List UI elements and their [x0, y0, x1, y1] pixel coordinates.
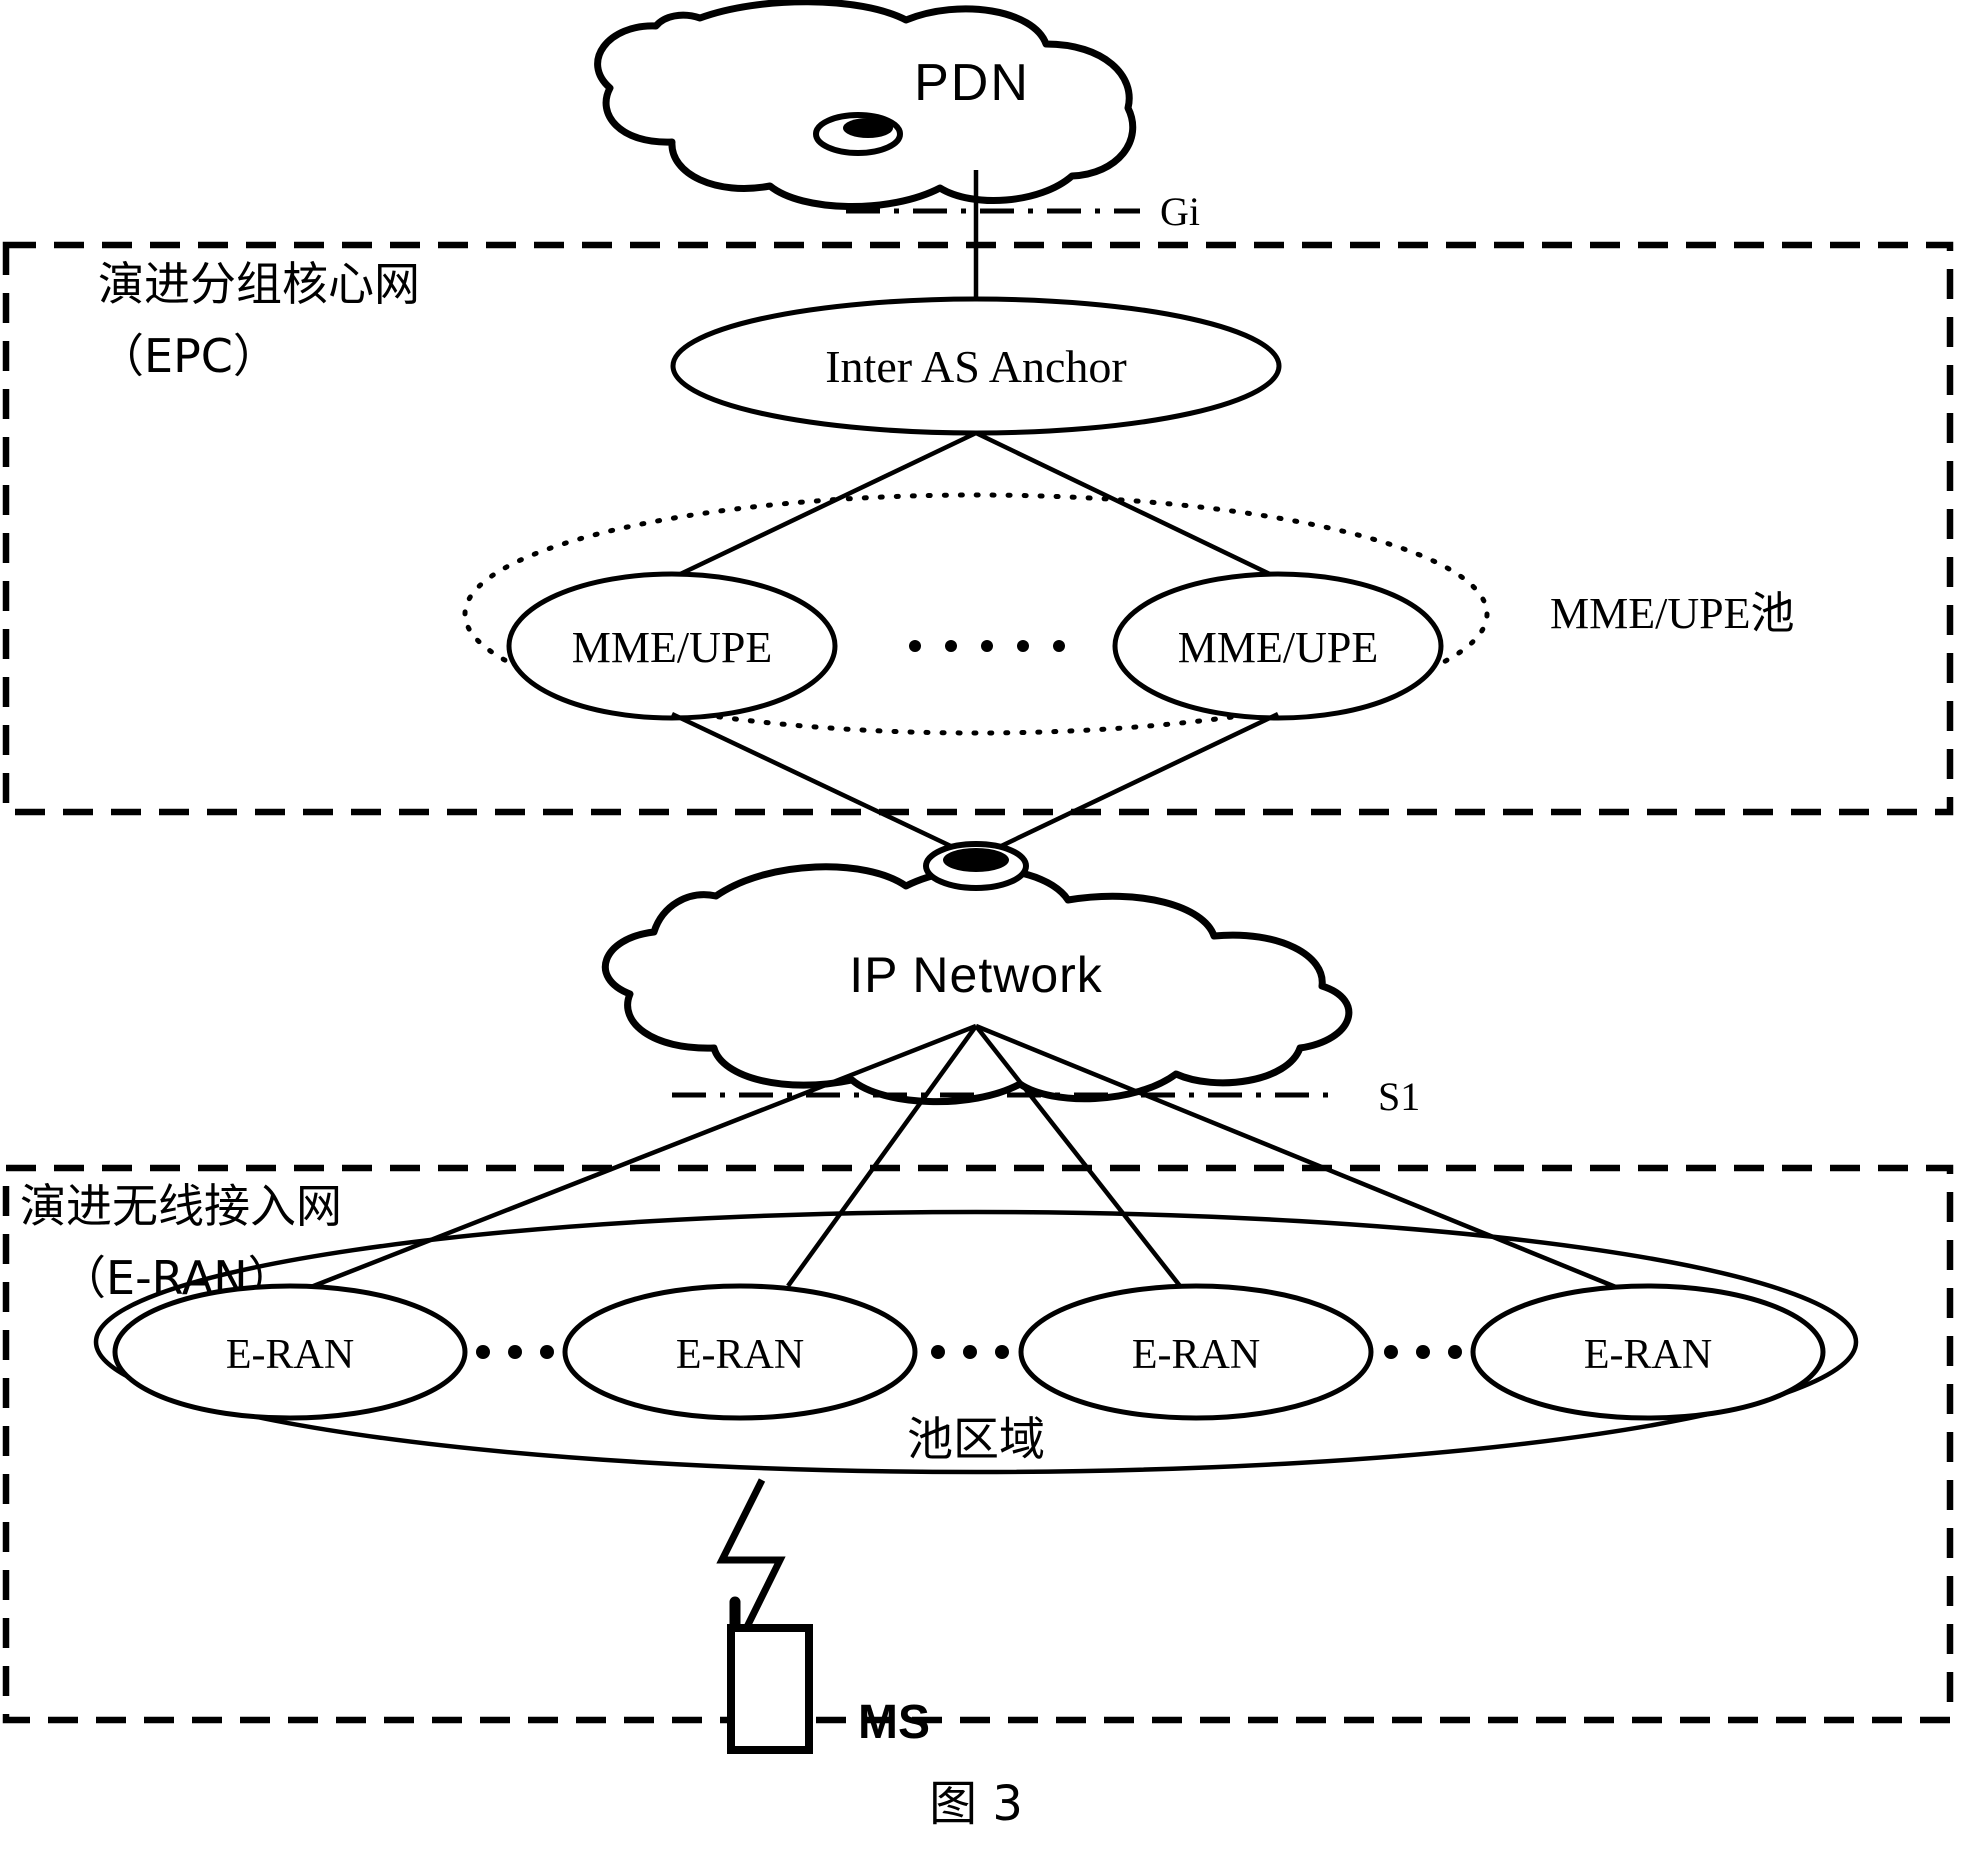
- ip-network-label: IP Network: [849, 947, 1103, 1003]
- mme-upe-left-node: MME/UPE: [506, 571, 838, 721]
- ip-network-cloud: IP Network: [601, 841, 1353, 1106]
- eran-4-node: E-RAN: [1470, 1283, 1826, 1421]
- network-architecture-diagram: PDN Gi 演进分组核心网 （EPC） Inter AS Anchor MME…: [0, 0, 1961, 1851]
- gi-interface-label: Gi: [1160, 189, 1200, 234]
- mme-upe-right-node: MME/UPE: [1112, 571, 1444, 721]
- link-mme-left-to-ipnet: [671, 711, 977, 861]
- pdn-cloud: PDN: [594, 0, 1137, 210]
- mme-upe-pool-label: MME/UPE池: [1550, 589, 1794, 638]
- inter-as-anchor-node: Inter AS Anchor: [670, 296, 1282, 436]
- eran-ellipsis-dots-3: [1384, 1345, 1462, 1359]
- mme-upe-ellipsis-dots: [909, 640, 1065, 652]
- eran-1-node: E-RAN: [112, 1283, 468, 1421]
- link-anchor-to-mme-right: [975, 430, 1279, 581]
- diagram-canvas: PDN Gi 演进分组核心网 （EPC） Inter AS Anchor MME…: [2, 0, 1954, 1832]
- link-mme-right-to-ipnet: [975, 711, 1279, 861]
- eran-2-label: E-RAN: [676, 1332, 804, 1378]
- ms-node: MS: [727, 1596, 930, 1754]
- figure-caption: 图 3: [929, 1776, 1023, 1832]
- mme-upe-right-label: MME/UPE: [1178, 623, 1378, 672]
- ms-phone-body-icon: [727, 1624, 813, 1754]
- eran-4-label: E-RAN: [1584, 1332, 1712, 1378]
- pdn-cloud-ring-core-icon: [843, 118, 893, 138]
- ms-label: MS: [858, 1696, 930, 1749]
- eran-2-node: E-RAN: [562, 1283, 918, 1421]
- eran-3-node: E-RAN: [1018, 1283, 1374, 1421]
- epc-group-label-cjk: 演进分组核心网: [98, 257, 420, 311]
- eran-pool-area-label: 池区域: [907, 1412, 1045, 1466]
- eran-group-label-cjk: 演进无线接入网: [20, 1179, 342, 1233]
- inter-as-anchor-label: Inter AS Anchor: [825, 341, 1127, 392]
- s1-interface-label: S1: [1378, 1074, 1420, 1119]
- link-ipnet-to-eran-1: [287, 1023, 977, 1299]
- eran-ellipsis-dots-1: [476, 1345, 554, 1359]
- link-ipnet-to-eran-4: [975, 1023, 1629, 1295]
- pdn-label: PDN: [914, 54, 1030, 112]
- eran-1-label: E-RAN: [226, 1332, 354, 1378]
- link-anchor-to-mme-left: [671, 430, 977, 581]
- mme-upe-left-label: MME/UPE: [572, 623, 772, 672]
- ip-network-ring-core-icon: [943, 848, 1009, 872]
- eran-ellipsis-dots-2: [931, 1345, 1009, 1359]
- epc-group-label-abbrev: （EPC）: [98, 329, 279, 383]
- eran-3-label: E-RAN: [1132, 1332, 1260, 1378]
